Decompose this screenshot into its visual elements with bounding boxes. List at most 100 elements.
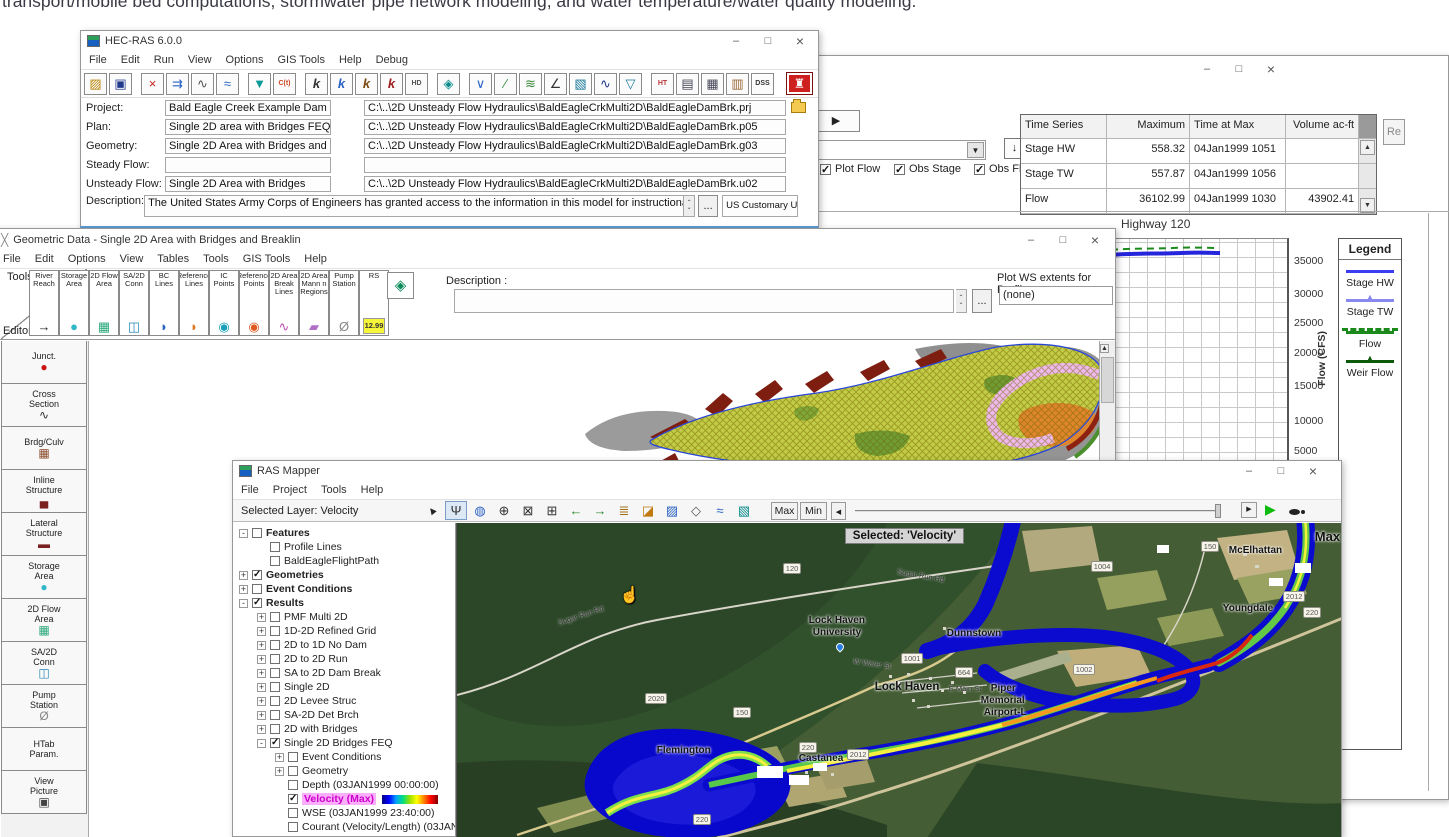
expand-collapse-icon[interactable]: + <box>257 613 266 622</box>
description-more-button[interactable]: ... <box>972 289 992 313</box>
name-field[interactable]: Single 2D area with Bridges FEQ <box>165 119 331 135</box>
close-icon[interactable] <box>1255 61 1287 77</box>
scroll-up-icon[interactable]: ▲ <box>1360 140 1375 155</box>
layer-checkbox[interactable] <box>270 668 280 678</box>
cross-section-plot-icon[interactable]: ∨ <box>469 73 492 95</box>
profile-summary-table-icon[interactable]: ▤ <box>676 73 699 95</box>
column-header[interactable]: Time Series <box>1021 115 1107 139</box>
menu-item[interactable]: View <box>188 54 212 66</box>
step-back-button[interactable] <box>831 502 846 520</box>
layer-checkbox[interactable] <box>270 542 280 552</box>
layer-checkbox[interactable] <box>270 612 280 622</box>
ras-mapper-icon[interactable]: ◈ <box>437 73 460 95</box>
column-header[interactable]: Time at Max <box>1190 115 1285 139</box>
minimize-icon[interactable] <box>1015 234 1047 246</box>
map-view[interactable]: McElhattanYoungdaleDunnstownLock HavenUn… <box>456 523 1341 837</box>
layer-tree-item[interactable]: - Features <box>233 526 455 540</box>
restore-button[interactable]: Re <box>1383 119 1405 145</box>
expand-collapse-icon[interactable]: + <box>257 683 266 692</box>
layer-tree-item[interactable]: Profile Lines <box>233 540 455 554</box>
menu-item[interactable]: GIS Tools <box>243 253 291 265</box>
run-sediment-icon[interactable]: k <box>355 73 378 95</box>
path-field[interactable]: C:\..\2D Unsteady Flow Hydraulics\BaldEa… <box>364 176 786 192</box>
expand-collapse-icon[interactable]: + <box>257 697 266 706</box>
measure-tool-icon[interactable]: ≣ <box>613 501 635 520</box>
animation-slider-track[interactable] <box>855 510 1215 512</box>
steady-flow-icon[interactable]: ⇉ <box>166 73 189 95</box>
play-animation-icon[interactable] <box>1265 501 1276 518</box>
layer-checkbox[interactable] <box>288 808 298 818</box>
name-field[interactable] <box>165 157 331 173</box>
layer-tree-item[interactable]: Velocity (Max) <box>233 792 455 806</box>
junction-editor-button[interactable]: Junct. ● <box>1 341 87 384</box>
layer-checkbox[interactable] <box>288 794 298 804</box>
max-button[interactable]: Max <box>771 502 798 520</box>
menu-item[interactable]: File <box>241 484 259 496</box>
column-header[interactable]: Volume ac-ft <box>1286 115 1360 139</box>
plot-option-checkbox[interactable]: Plot Flow <box>820 163 880 175</box>
expand-collapse-icon[interactable]: - <box>239 599 248 608</box>
expand-collapse-icon[interactable]: + <box>239 585 248 594</box>
animation-slider-thumb[interactable] <box>1215 504 1221 518</box>
menu-item[interactable]: Help <box>304 253 327 265</box>
expand-collapse-icon[interactable]: - <box>239 529 248 538</box>
ic-points-button[interactable]: IC Points ◉ <box>209 270 239 336</box>
profile-lines-tool-icon[interactable]: ▨ <box>661 501 683 520</box>
hydrograph-plot-icon[interactable]: ∿ <box>594 73 617 95</box>
storage-area-editor-button[interactable]: Storage Area ● <box>1 556 87 599</box>
layer-tree-item[interactable]: + SA-2D Det Brch <box>233 708 455 722</box>
layer-checkbox[interactable] <box>270 626 280 636</box>
name-field[interactable]: Single 2D Area with Bridges <box>165 176 331 192</box>
menu-item[interactable]: Project <box>273 484 307 496</box>
column-header[interactable]: Maximum <box>1107 115 1191 139</box>
layer-tree-item[interactable]: + 1D-2D Refined Grid <box>233 624 455 638</box>
menu-item[interactable]: Tools <box>321 484 347 496</box>
maximize-icon[interactable] <box>1265 465 1297 477</box>
general-profile-icon[interactable]: ≋ <box>519 73 542 95</box>
terrain-icon[interactable]: ◪ <box>637 501 659 520</box>
menu-item[interactable]: Help <box>361 484 384 496</box>
layer-tree-item[interactable]: + Event Conditions <box>233 750 455 764</box>
close-icon[interactable] <box>1297 463 1329 479</box>
checkbox-icon[interactable] <box>894 164 905 175</box>
bridge-culvert-editor-button[interactable]: Brdg/Culv ▦ <box>1 427 87 470</box>
layer-tree-item[interactable]: + Geometry <box>233 764 455 778</box>
layer-tree-item[interactable]: + 2D to 1D No Dam <box>233 638 455 652</box>
background-map-button[interactable]: ◈ <box>387 272 414 299</box>
expand-collapse-icon[interactable]: + <box>257 627 266 636</box>
storage-area-button[interactable]: Storage Area ● <box>59 270 89 336</box>
ht-curves-icon[interactable]: HT <box>651 73 674 95</box>
table-row[interactable]: Stage HW 558.32 04Jan1999 1051 <box>1021 139 1376 164</box>
layer-checkbox[interactable] <box>270 724 280 734</box>
layer-checkbox[interactable] <box>252 528 262 538</box>
animate-play-button[interactable]: ▶ <box>812 110 860 132</box>
sa-2d-conn-button[interactable]: SA/2D Conn ◫ <box>119 270 149 336</box>
layer-checkbox[interactable] <box>270 738 280 748</box>
minimize-icon[interactable] <box>1191 63 1223 75</box>
layer-tree-item[interactable]: - Results <box>233 596 455 610</box>
menu-item[interactable]: Run <box>154 54 174 66</box>
expand-collapse-icon[interactable]: + <box>257 725 266 734</box>
layer-tree-item[interactable]: + Single 2D <box>233 680 455 694</box>
description-spinner[interactable] <box>956 289 967 313</box>
menu-item[interactable]: Edit <box>121 54 140 66</box>
name-field[interactable]: Bald Eagle Creek Example Dam Break Study <box>165 100 331 116</box>
expand-collapse-icon[interactable]: - <box>257 739 266 748</box>
xyz-perspective-icon[interactable]: ▧ <box>569 73 592 95</box>
open-folder-icon[interactable] <box>791 102 806 113</box>
menu-item[interactable]: Options <box>68 253 106 265</box>
htab-param-editor-button[interactable]: HTab Param. <box>1 728 87 771</box>
2d-flow-area-editor-button[interactable]: 2D Flow Area ▦ <box>1 599 87 642</box>
chevron-down-icon[interactable] <box>967 142 984 158</box>
sediment-data-icon[interactable]: ▼ <box>248 73 271 95</box>
profile-plot-icon[interactable]: ∕ <box>494 73 517 95</box>
lateral-structure-editor-button[interactable]: Lateral Structure ▬ <box>1 513 87 556</box>
menu-item[interactable]: Options <box>226 54 264 66</box>
unsteady-flow-icon[interactable]: ≈ <box>216 73 239 95</box>
menu-item[interactable]: View <box>120 253 144 265</box>
description-more-button[interactable]: ... <box>698 195 718 217</box>
rating-curve-icon[interactable]: ∠ <box>544 73 567 95</box>
layer-checkbox[interactable] <box>270 682 280 692</box>
close-icon[interactable] <box>1079 232 1111 248</box>
pump-station-button[interactable]: Pump Station Ø <box>329 270 359 336</box>
